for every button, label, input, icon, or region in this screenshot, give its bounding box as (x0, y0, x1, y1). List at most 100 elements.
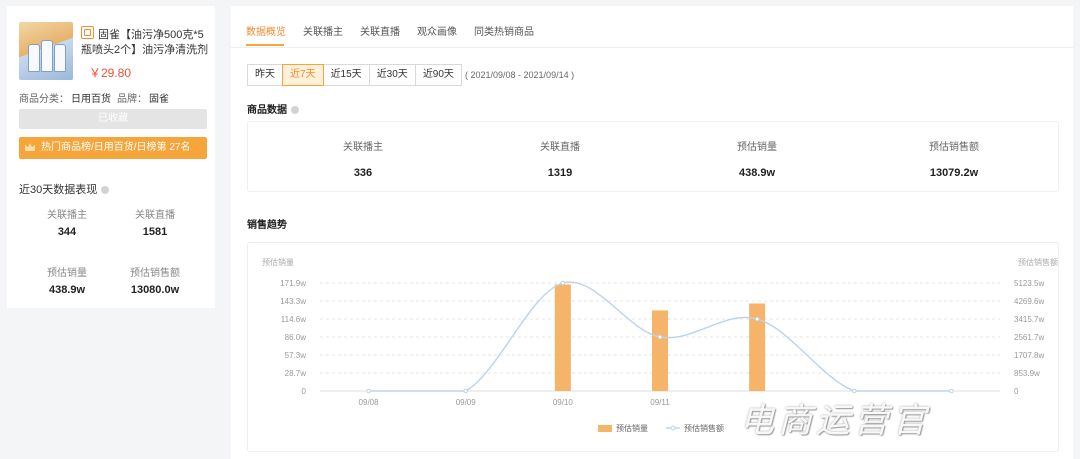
brand-label: 品牌： (117, 94, 147, 105)
line-point (949, 388, 954, 394)
tab-divider (231, 47, 1073, 48)
bottle-shape (28, 44, 40, 72)
y2-tick-label: 3415.7w (1014, 315, 1044, 324)
y-axis-label: 预估销量 (262, 257, 294, 267)
product-title-row[interactable]: 固雀【油污净500克*5瓶喷头2个】油污净清洗剂 (81, 26, 209, 58)
category-label: 商品分类： (19, 94, 69, 105)
sales-trend-title: 销售趋势 (247, 220, 287, 231)
product-image[interactable] (19, 22, 73, 80)
stat-est-sales: 预估销量 438.9w (25, 264, 109, 296)
store-icon (81, 26, 94, 39)
rank-badge-button[interactable]: 热门商品榜/日用百货/日榜第 27名 (19, 137, 207, 159)
y-tick-label: 86.0w (285, 333, 307, 342)
stat-label: 关联直播 (135, 210, 175, 221)
x-tick-label: 09/08 (359, 398, 380, 407)
crown-icon (25, 143, 35, 151)
y2-tick-label: 4269.6w (1014, 297, 1044, 306)
legend-swatch-bars (598, 425, 612, 432)
line-point (463, 388, 469, 394)
product-panel: 固雀【油污净500克*5瓶喷头2个】油污净清洗剂 ￥29.80 商品分类： 日用百… (7, 6, 215, 308)
metric-related-lives: 关联直播 1319 (500, 138, 620, 179)
metric-label: 预估销售额 (929, 142, 979, 153)
line-point (754, 316, 760, 322)
favorite-button[interactable]: 已收藏 (19, 109, 207, 129)
stat-label: 预估销量 (47, 268, 87, 279)
product-metrics-card: 关联播主 336 关联直播 1319 预估销量 438.9w 预估销售额 130… (247, 121, 1059, 192)
line-point (657, 334, 663, 340)
stat-value: 1581 (142, 226, 168, 238)
metric-value: 13079.2w (929, 167, 979, 179)
category-row: 商品分类： 日用百货 (19, 90, 111, 105)
metric-est-sales: 预估销量 438.9w (697, 138, 817, 179)
legend-label: 预估销量 (616, 423, 648, 433)
bar (652, 310, 668, 391)
metric-label: 关联直播 (540, 142, 580, 153)
y2-axis-label: 预估销售额 (1018, 257, 1058, 267)
stat-value: 13080.0w (130, 284, 180, 296)
line-point (366, 388, 371, 394)
stat-value: 344 (57, 226, 77, 238)
date-range-selector: 昨天 近7天 近15天 近30天 近90天 (247, 64, 462, 86)
y-tick-label: 28.7w (285, 369, 307, 378)
y-tick-label: 143.3w (280, 297, 306, 306)
stat-related-anchors: 关联播主 344 (25, 206, 109, 238)
metric-value: 438.9w (738, 167, 776, 179)
help-icon[interactable] (101, 186, 110, 194)
bottle-shape (41, 40, 53, 72)
legend-label: 预估销售额 (684, 423, 724, 433)
product-data-title: 商品数据 (247, 101, 299, 116)
stat-label: 关联播主 (47, 210, 87, 221)
range-yesterday[interactable]: 昨天 (247, 64, 283, 86)
range-90-days[interactable]: 近90天 (414, 64, 462, 86)
range-7-days[interactable]: 近7天 (282, 64, 324, 86)
main-panel: 数据概览 关联播主 关联直播 观众画像 同类热销商品 昨天 近7天 近15天 近… (231, 6, 1073, 459)
stat-est-revenue: 预估销售额 13080.0w (113, 264, 197, 296)
x-tick-label: 09/09 (456, 398, 477, 407)
tab-overview[interactable]: 数据概览 (246, 23, 286, 38)
tab-related-anchors[interactable]: 关联播主 (303, 23, 343, 38)
watermark: 电商运营官 (740, 401, 930, 441)
y-tick-label: 171.9w (280, 279, 306, 288)
help-icon[interactable] (291, 106, 299, 114)
bar (554, 284, 571, 391)
recent-title-text: 近30天数据表现 (19, 184, 98, 196)
product-data-title-text: 商品数据 (247, 105, 287, 116)
y-tick-label: 57.3w (285, 351, 307, 360)
y-tick-label: 0 (302, 387, 307, 396)
tab-related-lives[interactable]: 关联直播 (360, 23, 400, 38)
tab-similar-products[interactable]: 同类热销商品 (474, 23, 534, 38)
metric-label: 预估销量 (737, 142, 777, 153)
y2-tick-label: 2561.7w (1014, 333, 1044, 342)
tab-audience[interactable]: 观众画像 (417, 23, 457, 38)
stat-related-lives: 关联直播 1581 (113, 206, 197, 238)
stat-value: 438.9w (48, 284, 86, 296)
stat-label: 预估销售额 (130, 268, 180, 279)
range-30-days[interactable]: 近30天 (368, 64, 416, 86)
bottle-shape (54, 44, 66, 72)
brand-value: 固雀 (149, 94, 169, 105)
y2-tick-label: 853.9w (1014, 369, 1040, 378)
y2-tick-label: 0 (1014, 387, 1019, 396)
category-value: 日用百货 (71, 94, 111, 105)
line-point (560, 280, 566, 286)
metric-related-anchors: 关联播主 336 (303, 138, 423, 179)
sales-trend-chart[interactable]: 预估销量 预估销售额0 028.7w 853.9w57.3w 1707.8w86.0w 2… (248, 243, 1058, 451)
x-tick-label: 09/10 (553, 398, 574, 407)
range-15-days[interactable]: 近15天 (322, 64, 370, 86)
sales-trend-chart-card: 预估销量 预估销售额 0 0 28.7w 853.9w 57.3w 1707.8w 86.0w 2… (247, 242, 1059, 452)
y-tick-label: 114.6w (281, 315, 306, 324)
metric-label: 关联播主 (343, 142, 383, 153)
brand-row: 品牌： 固雀 (117, 90, 169, 105)
active-tab-indicator (246, 44, 284, 46)
bar (749, 303, 766, 391)
rank-badge-text: 热门商品榜/日用百货/日榜第 27名 (41, 142, 191, 153)
y2-tick-label: 1707.8w (1014, 351, 1044, 360)
legend-swatch-point (670, 425, 676, 431)
metric-est-revenue: 预估销售额 13079.2w (894, 138, 1014, 179)
x-tick-label: 09/11 (650, 398, 670, 407)
metric-value: 1319 (547, 167, 573, 179)
y2-tick-label: 5123.5w (1014, 279, 1044, 288)
metric-value: 336 (353, 167, 373, 179)
date-range-text: ( 2021/09/08 - 2021/09/14 ) (465, 70, 575, 80)
product-title[interactable]: 固雀【油污净500克*5瓶喷头2个】油污净清洗剂 (81, 29, 208, 56)
